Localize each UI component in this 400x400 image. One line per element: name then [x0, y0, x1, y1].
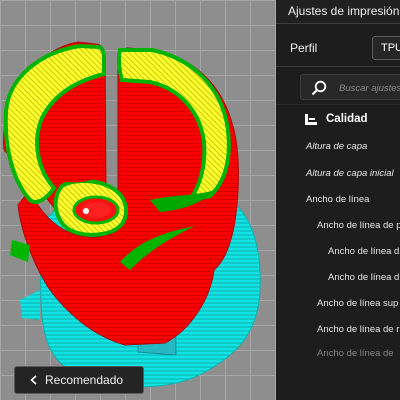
setting-infill-line-width[interactable]: Ancho de línea de r: [317, 324, 399, 335]
search-box[interactable]: [300, 74, 400, 100]
setting-top-bottom-line-width[interactable]: Ancho de línea sup: [317, 298, 398, 309]
search-input[interactable]: [339, 79, 400, 97]
viewport-3d[interactable]: [0, 0, 276, 400]
print-model-preview: [3, 41, 261, 388]
divider: [276, 104, 400, 105]
setting-line-width[interactable]: Ancho de línea: [306, 194, 369, 205]
profile-dropdown[interactable]: TPU: [372, 36, 400, 60]
print-settings-panel: Ajustes de impresión Perfil TPU Calidad …: [276, 0, 400, 400]
setting-layer-height[interactable]: Altura de capa: [306, 141, 367, 152]
chevron-left-icon: [30, 375, 37, 385]
hole-marker: [83, 208, 89, 214]
setting-inner-wall-line-width[interactable]: Ancho de línea d: [328, 272, 399, 283]
recommended-label: Recomendado: [45, 373, 124, 387]
search-icon: [311, 80, 327, 96]
profile-label: Perfil: [290, 41, 318, 55]
setting-support-line-width[interactable]: Ancho de línea de: [317, 348, 394, 359]
panel-title: Ajustes de impresión: [276, 0, 400, 24]
setting-wall-line-width[interactable]: Ancho de línea de p: [317, 220, 400, 231]
setting-initial-layer-height[interactable]: Altura de capa inicial: [306, 168, 394, 179]
category-quality-label[interactable]: Calidad: [326, 113, 368, 125]
recommended-button[interactable]: Recomendado: [14, 366, 144, 394]
quality-category-icon: [305, 114, 317, 125]
setting-outer-wall-line-width[interactable]: Ancho de línea d: [328, 246, 399, 257]
divider: [276, 66, 400, 67]
